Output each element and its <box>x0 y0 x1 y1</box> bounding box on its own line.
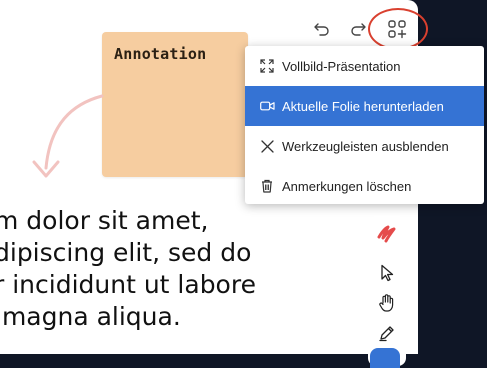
clear-annotations-icon <box>377 225 396 243</box>
close-icon <box>259 138 275 154</box>
menu-item-clear-annotations[interactable]: Anmerkungen löschen <box>245 166 484 206</box>
options-menu: Vollbild-Präsentation Aktuelle Folie her… <box>245 46 484 204</box>
menu-item-label: Werkzeugleisten ausblenden <box>282 138 449 154</box>
redo-icon <box>351 23 366 36</box>
menu-item-download-slide[interactable]: Aktuelle Folie herunterladen <box>245 86 484 126</box>
menu-item-fullscreen[interactable]: Vollbild-Präsentation <box>245 46 484 86</box>
body-line: magna aliqua. <box>0 302 181 331</box>
hand-icon <box>379 294 394 312</box>
more-options-button[interactable] <box>382 14 412 44</box>
body-line: r incididunt ut labore <box>0 270 256 299</box>
top-toolbar <box>307 10 413 48</box>
pen-tool[interactable] <box>368 318 406 348</box>
clear-annotations-button[interactable] <box>368 216 406 252</box>
undo-button[interactable] <box>307 14 337 44</box>
hand-tool[interactable] <box>368 288 406 318</box>
menu-item-label: Vollbild-Präsentation <box>282 58 401 74</box>
menu-item-label: Anmerkungen löschen <box>282 178 412 194</box>
body-line: dipiscing elit, sed do <box>0 238 252 267</box>
body-line: m dolor sit amet, <box>0 206 209 235</box>
video-camera-icon <box>259 98 275 114</box>
pen-icon <box>379 326 394 342</box>
apps-add-icon <box>388 20 407 39</box>
fullscreen-icon <box>259 58 275 74</box>
pointer-icon <box>381 264 394 282</box>
redo-button[interactable] <box>343 14 373 44</box>
pointer-tool[interactable] <box>368 258 406 288</box>
annotation-toolbar <box>366 212 410 368</box>
sticky-note-text: Annotation <box>114 45 207 63</box>
slide-body-text: m dolor sit amet, dipiscing elit, sed do… <box>0 205 256 333</box>
sticky-note[interactable]: Annotation <box>102 32 248 177</box>
menu-item-hide-toolbars[interactable]: Werkzeugleisten ausblenden <box>245 126 484 166</box>
undo-icon <box>314 23 329 36</box>
trash-icon <box>259 178 275 194</box>
menu-item-label: Aktuelle Folie herunterladen <box>282 98 444 114</box>
active-tool-indicator[interactable] <box>370 348 400 368</box>
curved-arrow-annotation <box>32 94 104 178</box>
